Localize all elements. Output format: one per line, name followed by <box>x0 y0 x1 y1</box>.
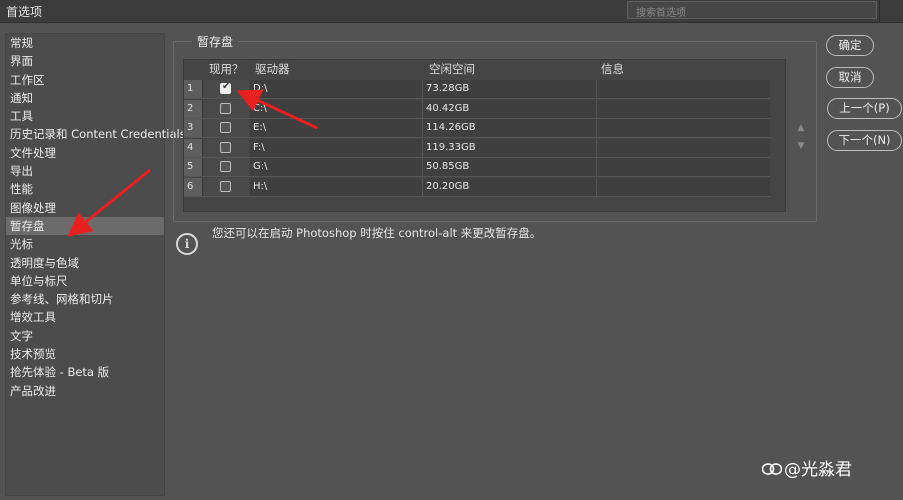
sidebar-item[interactable]: 技术预览 <box>6 345 164 363</box>
active-checkbox[interactable] <box>220 180 231 192</box>
column-separator <box>422 177 423 196</box>
row-number: 3 <box>184 119 203 137</box>
sidebar-item[interactable]: 通知 <box>6 89 164 107</box>
free-space-cell: 119.33GB <box>426 141 476 153</box>
free-space-cell: 20.20GB <box>426 180 470 192</box>
column-separator <box>422 119 423 137</box>
title-bar: 首选项 搜索首选项 <box>0 0 903 23</box>
sidebar-item[interactable]: 图像处理 <box>6 199 164 217</box>
row-cells <box>250 99 770 118</box>
column-separator <box>596 99 597 118</box>
active-checkbox[interactable] <box>220 141 231 153</box>
table-row[interactable]: 3 E:\ 114.26GB <box>184 119 770 138</box>
titlebar-corner <box>879 0 903 22</box>
watermark: @光淼君 <box>762 455 852 480</box>
next-button[interactable]: 下一个(N) <box>827 130 902 151</box>
table-row[interactable]: 4 F:\ 119.33GB <box>184 138 770 158</box>
sidebar-item[interactable]: 文字 <box>6 327 164 345</box>
sidebar-item[interactable]: 抢先体验 - Beta 版 <box>6 363 164 381</box>
scroll-down-arrow-icon[interactable]: ▼ <box>796 141 806 151</box>
active-checkbox[interactable] <box>220 102 231 114</box>
column-header-info[interactable]: 信息 <box>601 61 624 77</box>
active-checkbox[interactable] <box>220 122 231 133</box>
table-row[interactable]: 1 ✔ D:\ 73.28GB <box>184 80 770 99</box>
info-text: 您还可以在启动 Photoshop 时按住 control-alt 来更改暂存盘… <box>212 226 542 240</box>
row-cells <box>250 177 770 196</box>
table-row[interactable]: 2 C:\ 40.42GB <box>184 99 770 119</box>
column-header-free-space[interactable]: 空闲空间 <box>429 61 475 77</box>
table-row[interactable]: 6 H:\ 20.20GB <box>184 177 770 197</box>
row-number: 6 <box>184 177 203 196</box>
row-divider <box>184 195 770 197</box>
free-space-cell: 114.26GB <box>426 122 476 133</box>
column-header-drive[interactable]: 驱动器 <box>255 61 290 77</box>
ok-button[interactable]: 确定 <box>826 35 874 56</box>
prev-button[interactable]: 上一个(P) <box>827 98 902 119</box>
column-header-active[interactable]: 现用？ <box>209 61 244 77</box>
search-input[interactable]: 搜索首选项 <box>627 1 877 19</box>
sidebar-item[interactable]: 增效工具 <box>6 308 164 326</box>
scratch-disk-group-title: 暂存盘 <box>192 33 239 50</box>
free-space-cell: 50.85GB <box>426 161 470 172</box>
row-number: 5 <box>184 158 203 176</box>
row-cells <box>250 119 770 137</box>
scroll-up-arrow-icon[interactable]: ▲ <box>796 123 806 133</box>
sidebar-item[interactable]: 性能 <box>6 180 164 198</box>
row-cells <box>250 80 770 98</box>
row-number: 4 <box>184 138 203 157</box>
free-space-cell: 40.42GB <box>426 102 470 114</box>
drive-cell: C:\ <box>253 102 267 114</box>
drive-cell: G:\ <box>253 161 268 172</box>
window-title: 首选项 <box>6 5 43 19</box>
column-separator <box>422 158 423 176</box>
sidebar-item[interactable]: 单位与标尺 <box>6 272 164 290</box>
sidebar-item[interactable]: 暂存盘 <box>6 216 164 236</box>
sidebar-item[interactable]: 透明度与色域 <box>6 254 164 272</box>
column-separator <box>422 80 423 98</box>
row-cells <box>250 158 770 176</box>
drive-cell: E:\ <box>253 122 267 133</box>
free-space-cell: 73.28GB <box>426 83 470 94</box>
sidebar-item[interactable]: 历史记录和 Content Credentials <box>6 125 186 143</box>
sidebar-item[interactable]: 光标 <box>6 235 164 253</box>
toutiao-logo-icon <box>762 463 782 475</box>
column-separator <box>422 99 423 118</box>
watermark-text: @光淼君 <box>784 460 852 480</box>
column-separator <box>422 138 423 157</box>
sidebar-item[interactable]: 工具 <box>6 107 164 125</box>
table-row[interactable]: 5 G:\ 50.85GB <box>184 158 770 177</box>
column-separator <box>596 158 597 176</box>
row-number: 1 <box>184 80 203 98</box>
sidebar-item[interactable]: 导出 <box>6 162 164 180</box>
drive-cell: H:\ <box>253 180 268 192</box>
sidebar-item[interactable]: 界面 <box>6 52 164 70</box>
info-icon: i <box>176 233 198 255</box>
sidebar-item[interactable]: 文件处理 <box>6 144 164 162</box>
sidebar-item[interactable]: 常规 <box>6 34 164 52</box>
sidebar-item[interactable]: 参考线、网格和切片 <box>6 290 164 308</box>
cancel-button[interactable]: 取消 <box>826 67 874 88</box>
row-number: 2 <box>184 99 203 118</box>
column-separator <box>596 177 597 196</box>
column-separator <box>596 138 597 157</box>
active-checkbox[interactable]: ✔ <box>220 81 231 94</box>
row-cells <box>250 138 770 157</box>
sidebar-item[interactable]: 工作区 <box>6 71 164 89</box>
drive-cell: D:\ <box>253 83 268 94</box>
sidebar: 常规 界面 工作区 通知 工具 历史记录和 Content Credentials 文件处理… <box>5 33 186 496</box>
check-icon: ✔ <box>222 81 231 92</box>
column-separator <box>596 119 597 137</box>
drive-cell: F:\ <box>253 141 265 153</box>
active-checkbox[interactable] <box>220 161 231 172</box>
sidebar-item[interactable]: 产品改进 <box>6 382 164 400</box>
column-separator <box>596 80 597 98</box>
